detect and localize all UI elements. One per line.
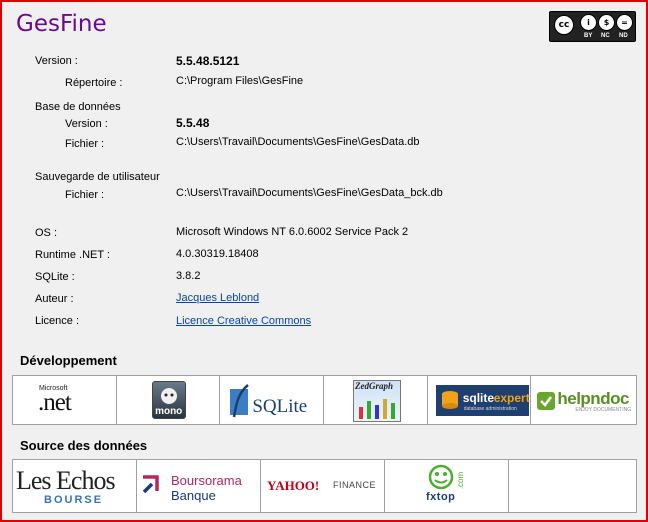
sources-logos: Les Echos BOURSE Boursorama Banque YAHOO… [12, 459, 637, 513]
database-label: Base de données [35, 101, 121, 113]
monkey-icon [160, 388, 177, 404]
db-file-label: Fichier : [65, 138, 105, 150]
helpndoc-logo-sub: ENJOY DOCUMENTING [575, 407, 632, 413]
sqliteexpert-logo-text-a: sqlite [462, 391, 495, 405]
nd-label: ND [619, 33, 628, 39]
author-label: Auteur : [35, 293, 74, 305]
backup-file-value: C:\Users\Travail\Documents\GesFine\GesDa… [176, 187, 443, 199]
os-value: Microsoft Windows NT 6.0.6002 Service Pa… [176, 226, 409, 238]
sqlite-logo-text: SQLite [252, 396, 308, 417]
backup-file-label: Fichier : [65, 189, 105, 201]
fxtop-logo-side: .com [456, 471, 466, 490]
sqlite-value: 3.8.2 [176, 270, 201, 282]
nd-icon: = [616, 14, 633, 31]
fxtop-logo[interactable]: fxtop .com [385, 460, 509, 512]
runtime-label: Runtime .NET : [35, 249, 110, 261]
development-title: Développement [20, 353, 117, 368]
smiley-icon [428, 464, 454, 490]
mono-logo-box: mono [151, 381, 186, 419]
sqliteexpert-logo-box: sqlite expert database administration [435, 385, 530, 416]
sources-title: Source des données [20, 438, 148, 453]
runtime-value: 4.0.30319.18408 [176, 248, 259, 260]
zedgraph-logo-box: ZedGraph [353, 380, 402, 422]
empty-logo-cell [509, 460, 636, 512]
app-title: GesFine [16, 11, 107, 37]
dotnet-logo[interactable]: Microsoft .net [13, 376, 117, 424]
sqliteexpert-logo[interactable]: sqlite expert database administration [428, 376, 532, 424]
zedgraph-logo[interactable]: ZedGraph [324, 376, 428, 424]
helpndoc-logo[interactable]: helpndoc ENJOY DOCUMENTING [531, 376, 636, 424]
mono-logo-text: mono [155, 406, 183, 417]
nc-icon: $ [598, 14, 615, 31]
sqlite-logo[interactable]: SQLite [220, 376, 325, 424]
licence-label: Licence : [35, 315, 80, 327]
cc-icon: cc [554, 15, 574, 35]
yahoo-logo-text: YAHOO! [267, 478, 320, 493]
by-label: BY [584, 33, 593, 39]
fxtop-logo-text: fxtop [426, 491, 456, 503]
nc-label: NC [601, 33, 610, 39]
version-value: 5.5.48.5121 [176, 54, 240, 68]
boursorama-logo-text-b: Banque [171, 488, 216, 503]
version-label: Version : [35, 55, 78, 67]
mono-logo[interactable]: mono [117, 376, 221, 424]
helpndoc-logo-text: helpndoc [557, 389, 629, 408]
db-version-value: 5.5.48 [176, 116, 210, 130]
boursorama-arrow-icon [142, 475, 159, 494]
dotnet-logo-main: .net [38, 389, 72, 416]
sqliteexpert-logo-sub: database administration [463, 406, 517, 412]
helpndoc-icon [537, 392, 556, 410]
yahoo-logo-sub: FINANCE [333, 480, 377, 490]
db-file-value: C:\Users\Travail\Documents\GesFine\GesDa… [176, 136, 420, 148]
lesechos-logo-text: Les Echos [16, 466, 116, 495]
directory-label: Répertoire : [65, 77, 123, 89]
lesechos-logo[interactable]: Les Echos BOURSE [13, 460, 137, 512]
about-window: GesFine cc i $ = BY NC ND Version : 5.5.… [0, 0, 648, 522]
sqlite-label: SQLite : [35, 271, 75, 283]
sqlite-feather-icon [230, 384, 250, 418]
by-icon: i [580, 14, 597, 31]
lesechos-logo-sub: BOURSE [44, 494, 104, 506]
bar-chart-icon [359, 399, 396, 419]
directory-value: C:\Program Files\GesFine [176, 75, 304, 87]
boursorama-logo[interactable]: Boursorama Banque [137, 460, 261, 512]
licence-link[interactable]: Licence Creative Commons [176, 315, 311, 327]
sqliteexpert-logo-text-b: expert [493, 391, 530, 405]
db-version-label: Version : [65, 118, 108, 130]
development-logos: Microsoft .net mono SQLite ZedGraph sqli… [12, 375, 637, 425]
creative-commons-badge: cc i $ = BY NC ND [549, 11, 636, 42]
author-link[interactable]: Jacques Leblond [176, 292, 259, 304]
backup-label: Sauvegarde de utilisateur [35, 171, 160, 183]
yahoo-finance-logo[interactable]: YAHOO! FINANCE [261, 460, 385, 512]
database-icon [441, 391, 458, 409]
os-label: OS : [35, 227, 58, 239]
boursorama-logo-text-a: Boursorama [171, 473, 242, 488]
zedgraph-logo-text: ZedGraph [355, 381, 394, 391]
